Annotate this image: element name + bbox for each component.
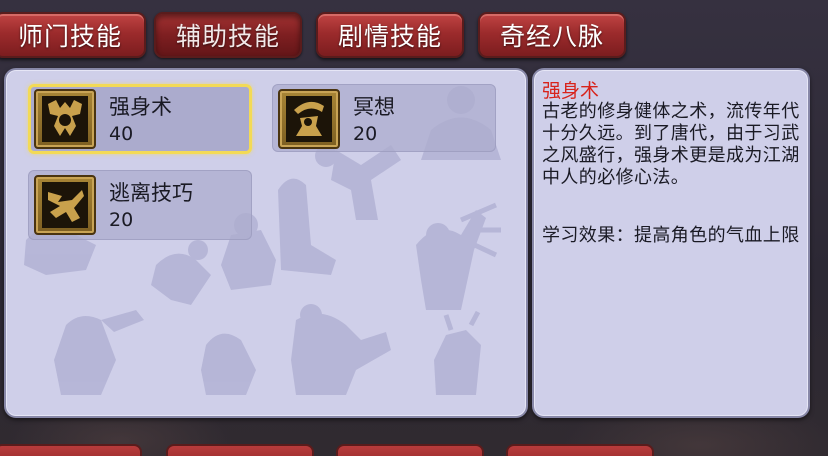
skill-name: 冥想 xyxy=(353,95,395,119)
escape-skill-icon xyxy=(34,175,96,235)
description-effect: 学习效果：提高角色的气血上限 xyxy=(542,225,800,246)
tab-meridians[interactable]: 奇经八脉 xyxy=(478,12,626,58)
description-body: 古老的修身健体之术，流传年代十分久远。到了唐代，由于习武之风盛行，强身术更是成为… xyxy=(542,101,800,188)
skill-level: 40 xyxy=(109,123,134,145)
skill-slot-strength[interactable]: 强身术 40 xyxy=(28,84,252,154)
bottom-button[interactable] xyxy=(0,444,142,456)
tab-sect-skills[interactable]: 师门技能 xyxy=(0,12,146,58)
meditation-skill-icon xyxy=(278,89,340,149)
bottom-button[interactable] xyxy=(166,444,314,456)
bottom-button[interactable] xyxy=(336,444,484,456)
skill-slot-escape[interactable]: 逃离技巧 20 xyxy=(28,170,252,240)
skill-description-panel: 强身术 古老的修身健体之术，流传年代十分久远。到了唐代，由于习武之风盛行，强身术… xyxy=(532,68,810,418)
bottom-button[interactable] xyxy=(506,444,654,456)
tab-story-skills[interactable]: 剧情技能 xyxy=(316,12,464,58)
skill-slot-meditation[interactable]: 冥想 20 xyxy=(272,84,496,152)
skill-name: 逃离技巧 xyxy=(109,181,193,205)
skill-name: 强身术 xyxy=(109,95,172,119)
skill-level: 20 xyxy=(109,209,134,231)
skills-panel: 强身术 40 冥想 20 逃离技巧 20 xyxy=(4,68,528,418)
tab-auxiliary-skills[interactable]: 辅助技能 xyxy=(154,12,302,58)
skill-level: 20 xyxy=(353,123,378,145)
description-title: 强身术 xyxy=(542,80,600,102)
strength-skill-icon xyxy=(34,89,96,149)
